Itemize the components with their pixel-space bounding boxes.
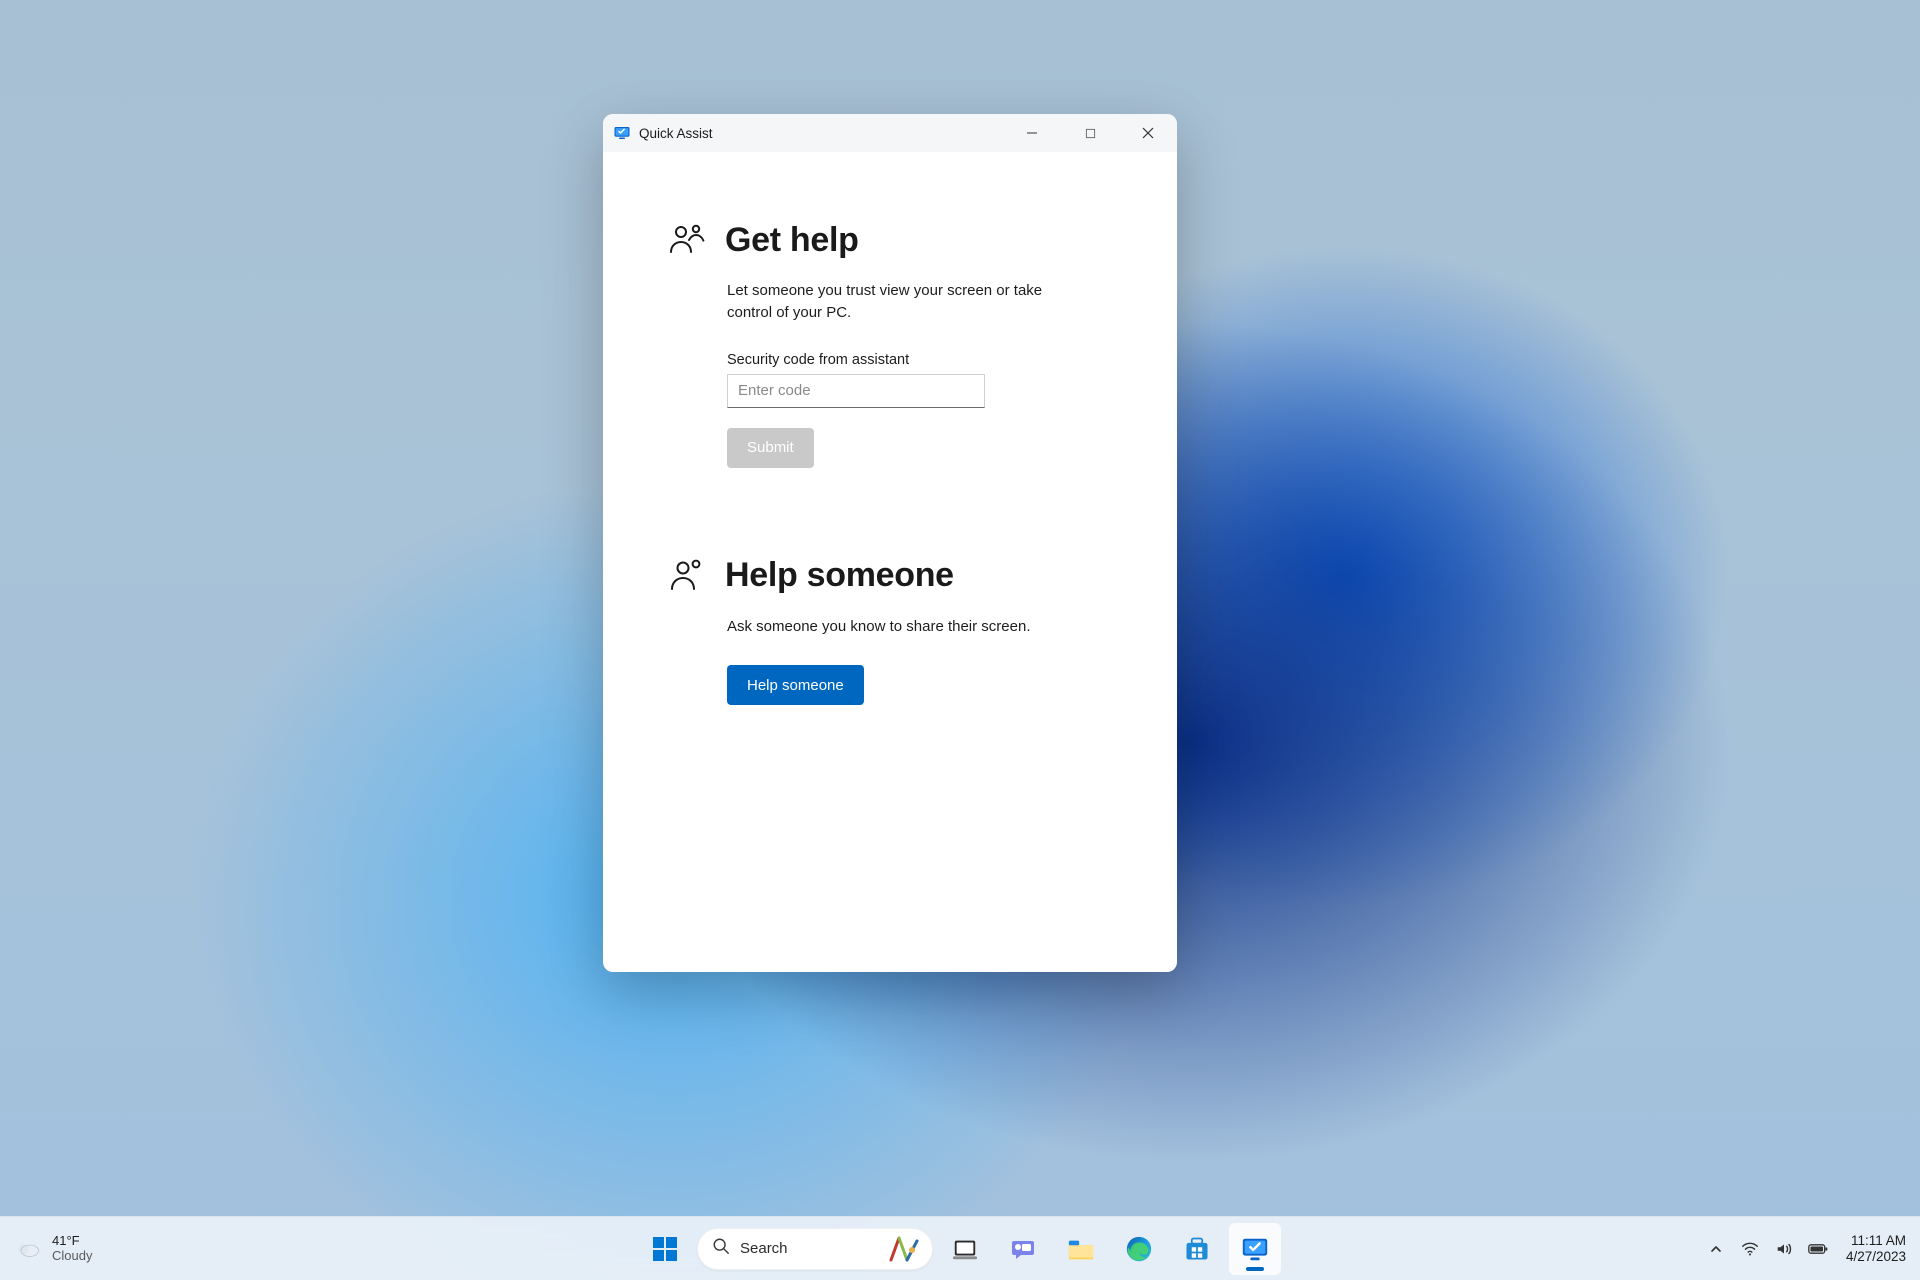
get-help-description: Let someone you trust view your screen o…: [727, 280, 1047, 324]
start-button[interactable]: [639, 1223, 691, 1275]
help-someone-description: Ask someone you know to share their scre…: [727, 616, 1047, 638]
weather-temp: 41°F: [52, 1234, 92, 1248]
taskbar-clock[interactable]: 11:11 AM 4/27/2023: [1846, 1233, 1906, 1264]
tray-chevron-icon[interactable]: [1706, 1239, 1726, 1259]
weather-cloud-icon: [14, 1235, 42, 1263]
get-help-title: Get help: [725, 221, 859, 260]
microsoft-store-button[interactable]: [1171, 1223, 1223, 1275]
quick-assist-taskbar-button[interactable]: [1229, 1223, 1281, 1275]
weather-condition: Cloudy: [52, 1249, 92, 1263]
titlebar[interactable]: Quick Assist: [603, 114, 1177, 152]
search-icon: [712, 1237, 730, 1260]
security-code-label: Security code from assistant: [727, 352, 1113, 368]
quick-assist-window: Quick Assist: [603, 114, 1177, 972]
get-help-icon: [667, 220, 707, 260]
help-someone-title: Help someone: [725, 556, 954, 595]
taskbar-weather-widget[interactable]: 41°F Cloudy: [14, 1217, 92, 1280]
system-tray[interactable]: 11:11 AM 4/27/2023: [1706, 1217, 1906, 1280]
security-code-input[interactable]: [727, 374, 985, 408]
taskbar-search[interactable]: Search: [697, 1228, 933, 1270]
help-someone-icon: [667, 556, 707, 596]
submit-button[interactable]: Submit: [727, 428, 814, 468]
clock-time: 11:11 AM: [1851, 1233, 1906, 1249]
task-view-button[interactable]: [939, 1223, 991, 1275]
volume-icon[interactable]: [1774, 1239, 1794, 1259]
file-explorer-button[interactable]: [1055, 1223, 1107, 1275]
window-title: Quick Assist: [639, 126, 713, 141]
help-someone-button[interactable]: Help someone: [727, 665, 864, 705]
minimize-button[interactable]: [1003, 114, 1061, 152]
battery-icon[interactable]: [1808, 1239, 1828, 1259]
quick-assist-app-icon: [613, 124, 631, 142]
search-doodle-icon: [886, 1233, 924, 1265]
edge-button[interactable]: [1113, 1223, 1165, 1275]
maximize-button[interactable]: [1061, 114, 1119, 152]
get-help-section: Get help Let someone you trust view your…: [667, 220, 1113, 468]
help-someone-section: Help someone Ask someone you know to sha…: [667, 556, 1113, 706]
close-button[interactable]: [1119, 114, 1177, 152]
wifi-icon[interactable]: [1740, 1239, 1760, 1259]
clock-date: 4/27/2023: [1846, 1249, 1906, 1265]
chat-button[interactable]: [997, 1223, 1049, 1275]
taskbar: 41°F Cloudy Search: [0, 1216, 1920, 1280]
